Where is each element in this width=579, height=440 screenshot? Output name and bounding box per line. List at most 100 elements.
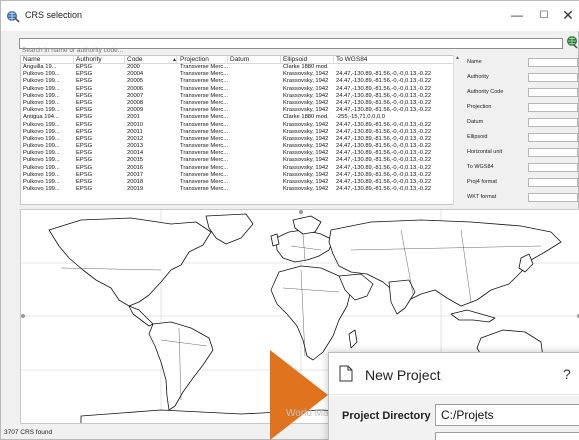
table-row[interactable]: Pulkovo 199... EPSG 20014 Transverse Merc..…: [21, 150, 459, 157]
table-row[interactable]: Pulkovo 199... EPSG 20006 Transverse Merc..…: [21, 85, 459, 93]
table-cell: 20018: [127, 179, 144, 185]
table-row[interactable]: Pulkovo 199... EPSG 20011 Transverse Merc..…: [21, 128, 459, 136]
title-bar[interactable]: CRS selection — ☐ ✕: [1, 1, 579, 31]
search-input[interactable]: [20, 46, 562, 55]
table-cell: 24.47,-130.89,-81.56,-0,-0,0.13,-0.22: [336, 171, 432, 178]
table-cell: Krassovsky, 1942: [283, 121, 329, 128]
table-cell: 20016: [127, 164, 144, 171]
property-value-field[interactable]: [528, 178, 578, 187]
table-cell: EPSG: [76, 71, 93, 78]
property-value-field[interactable]: [528, 103, 578, 112]
table-cell: 24.47,-130.89,-81.56,-0,-0,0.13,-0.22: [336, 143, 432, 150]
table-cell: 20013: [127, 143, 144, 150]
column-divider: [73, 56, 74, 64]
table-cell: EPSG: [76, 99, 93, 106]
property-row: Horizontal unit: [467, 148, 579, 158]
close-button[interactable]: ✕: [557, 5, 579, 25]
column-header-name[interactable]: Name: [23, 56, 40, 64]
property-value-field[interactable]: [528, 133, 578, 142]
table-row[interactable]: Pulkovo 199... EPSG 20013 Transverse Merc..…: [21, 143, 459, 150]
table-cell: Krassovsky, 1942: [283, 71, 329, 78]
africa: [270, 265, 352, 361]
table-cell: 24.47,-130.89,-81.56,-0,-0,0.13,-0.22: [336, 150, 432, 157]
property-row: Ellipsoid: [467, 133, 579, 143]
table-row[interactable]: Pulkovo 199... EPSG 20016 Transverse Merc..…: [21, 164, 459, 172]
column-header-datum[interactable]: Datum: [230, 56, 249, 64]
scroll-up-arrow-icon[interactable]: ▲: [455, 55, 460, 61]
table-row[interactable]: Pulkovo 199... EPSG 20015 Transverse Merc..…: [21, 157, 459, 164]
table-cell: Transverse Merc...: [180, 171, 228, 178]
table-row[interactable]: Pulkovo 199... EPSG 20019 Transverse Merc..…: [21, 186, 459, 193]
table-cell: Pulkovo 199...: [23, 85, 60, 92]
table-row[interactable]: Pulkovo 199... EPSG 20012 Transverse Merc..…: [21, 135, 459, 143]
property-label: Ellipsoid: [467, 134, 488, 140]
table-cell: 2000: [127, 64, 140, 70]
property-value-field[interactable]: [528, 148, 578, 157]
table-row[interactable]: Pulkovo 199... EPSG 20018 Transverse Merc..…: [21, 179, 459, 186]
table-cell: 20014: [127, 150, 144, 157]
table-cell: 24.47,-130.89,-81.56,-0,-0,0.13,-0.22: [336, 128, 432, 135]
column-header-projection[interactable]: Projection: [180, 56, 209, 64]
table-cell: EPSG: [76, 135, 93, 142]
table-cell: Clarke 1880 mod.: [283, 64, 329, 70]
help-button[interactable]: ?: [563, 366, 571, 382]
dialog-next-field[interactable]: [435, 432, 579, 440]
table-cell: Krassovsky, 1942: [283, 92, 329, 99]
table-row[interactable]: Pulkovo 199... EPSG 20009 Transverse Merc..…: [21, 107, 459, 114]
table-cell: EPSG: [76, 186, 93, 193]
project-directory-label: Project Directory: [342, 410, 431, 422]
filter-globe-icon[interactable]: [565, 35, 579, 50]
table-row[interactable]: Pulkovo 199... EPSG 20005 Transverse Merc..…: [21, 78, 459, 85]
property-value-field[interactable]: [528, 88, 578, 97]
column-header-to-wgs84[interactable]: To WGS84: [336, 56, 367, 64]
table-cell: Krassovsky, 1942: [283, 186, 329, 193]
column-divider: [124, 56, 125, 64]
property-value-field[interactable]: [528, 73, 578, 82]
table-cell: Transverse Merc...: [180, 150, 228, 157]
table-cell: Transverse Merc...: [180, 121, 228, 128]
table-cell: EPSG: [76, 150, 93, 157]
table-cell: Pulkovo 199...: [23, 92, 60, 99]
property-row: Name: [467, 58, 579, 68]
table-cell: EPSG: [76, 157, 93, 164]
table-scrollbar[interactable]: ▲: [453, 55, 461, 205]
table-cell: Krassovsky, 1942: [283, 85, 329, 92]
table-row[interactable]: Pulkovo 199... EPSG 20008 Transverse Merc..…: [21, 99, 459, 107]
table-cell: EPSG: [76, 92, 93, 99]
table-cell: Transverse Merc...: [180, 128, 228, 135]
minimize-button[interactable]: —: [506, 5, 528, 25]
table-cell: Pulkovo 199...: [23, 135, 60, 142]
column-header-code[interactable]: Code: [127, 56, 143, 64]
indonesia: [450, 309, 496, 323]
table-cell: Transverse Merc...: [180, 186, 228, 193]
table-cell: 24.47,-130.89,-81.56,-0,-0,0.13,-0.22: [336, 71, 432, 78]
europe: [275, 229, 334, 263]
table-row[interactable]: Pulkovo 199... EPSG 20007 Transverse Merc..…: [21, 92, 459, 100]
table-cell: Krassovsky, 1942: [283, 128, 329, 135]
maximize-button[interactable]: ☐: [533, 5, 555, 25]
property-value-field[interactable]: [528, 163, 578, 172]
dialog-header: New Project ?: [329, 353, 579, 395]
crs-table[interactable]: Name Authority Code ▲ Projection Datum E…: [20, 55, 460, 205]
column-header-authority[interactable]: Authority: [76, 56, 102, 64]
property-value-field[interactable]: [528, 118, 578, 127]
table-cell: EPSG: [76, 78, 93, 85]
table-row[interactable]: Pulkovo 199... EPSG 20017 Transverse Merc..…: [21, 171, 459, 179]
column-header-ellipsoid[interactable]: Ellipsoid: [283, 56, 307, 64]
table-cell: Pulkovo 199...: [23, 143, 60, 150]
table-row[interactable]: Antigua 194... EPSG 2001 Transverse Merc...…: [21, 114, 459, 121]
table-body: Anguilla 19... EPSG 2000 Transverse Merc...…: [21, 64, 459, 193]
table-cell: EPSG: [76, 128, 93, 135]
property-value-field[interactable]: [528, 193, 578, 202]
property-value-field[interactable]: [528, 58, 578, 67]
column-divider: [280, 56, 281, 64]
table-row[interactable]: Anguilla 19... EPSG 2000 Transverse Merc...…: [21, 64, 459, 71]
project-directory-input[interactable]: C:/Projets: [435, 404, 579, 426]
table-row[interactable]: Pulkovo 199... EPSG 20004 Transverse Merc..…: [21, 71, 459, 78]
table-cell: 24.47,-130.89,-81.56,-0,-0,0.13,-0.22: [336, 186, 432, 193]
table-cell: EPSG: [76, 171, 93, 178]
table-cell: Transverse Merc...: [180, 85, 228, 92]
column-divider: [227, 56, 228, 64]
table-row[interactable]: Pulkovo 199... EPSG 20010 Transverse Merc..…: [21, 121, 459, 129]
property-label: Datum: [467, 119, 484, 125]
